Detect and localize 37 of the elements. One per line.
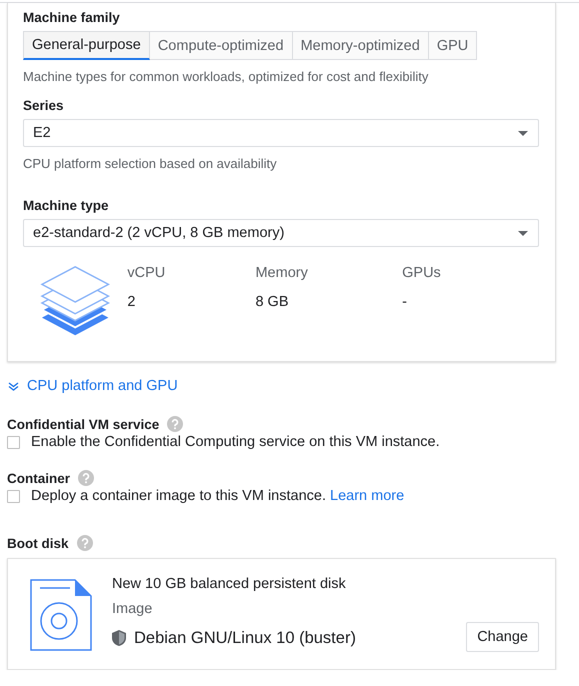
change-button[interactable]: Change [466, 622, 539, 652]
field-label: Machine family [23, 10, 121, 25]
dropdown-select[interactable]: E2 [23, 119, 539, 147]
disk-file-icon [30, 579, 92, 651]
dropdown-select[interactable]: e2-standard-2 (2 vCPU, 8 GB memory) [23, 219, 539, 247]
field-label: Confidential VM service [7, 416, 160, 432]
checkbox-label: Enable the Confidential Computing service on this VM instance. [31, 434, 440, 450]
help-icon[interactable] [78, 470, 94, 486]
tab[interactable]: Compute-optimized [150, 31, 293, 60]
caret-icon [518, 230, 528, 236]
field-label: Container [7, 470, 70, 486]
checkbox-label: Deploy a container image to this VM instance. Learn more [31, 488, 404, 504]
help-icon[interactable] [167, 416, 184, 432]
image-name: Debian GNU/Linux 10 (buster) [134, 628, 357, 648]
tab[interactable]: Memory-optimized [292, 31, 429, 60]
help-icon[interactable] [76, 535, 93, 551]
field-label: Boot disk [7, 536, 69, 550]
checkbox[interactable] [7, 436, 20, 448]
spec-label: GPUs [402, 265, 442, 281]
image-label: Image [112, 601, 154, 617]
spec-label: vCPU [127, 265, 166, 281]
spec-label: Memory [255, 265, 309, 281]
expand-link[interactable]: CPU platform and GPU [8, 378, 178, 394]
learn-more-link[interactable]: Learn more [330, 488, 404, 504]
tab[interactable]: General-purpose [23, 31, 150, 60]
field-label: Machine type [23, 198, 110, 213]
spec-value: - [402, 294, 408, 310]
shield-icon [112, 630, 126, 646]
spec-value: 2 [127, 294, 136, 310]
field-label: Series [23, 98, 65, 113]
spec-value: 8 GB [255, 294, 290, 310]
field-description: CPU platform selection based on availability [23, 156, 278, 171]
field-description: Machine types for common workloads, optimized for cost and flexibility [23, 69, 430, 84]
tab[interactable]: GPU [428, 31, 478, 60]
checkbox[interactable] [7, 490, 20, 502]
caret-icon [518, 130, 528, 136]
disk-title: New 10 GB balanced persistent disk [112, 576, 347, 592]
